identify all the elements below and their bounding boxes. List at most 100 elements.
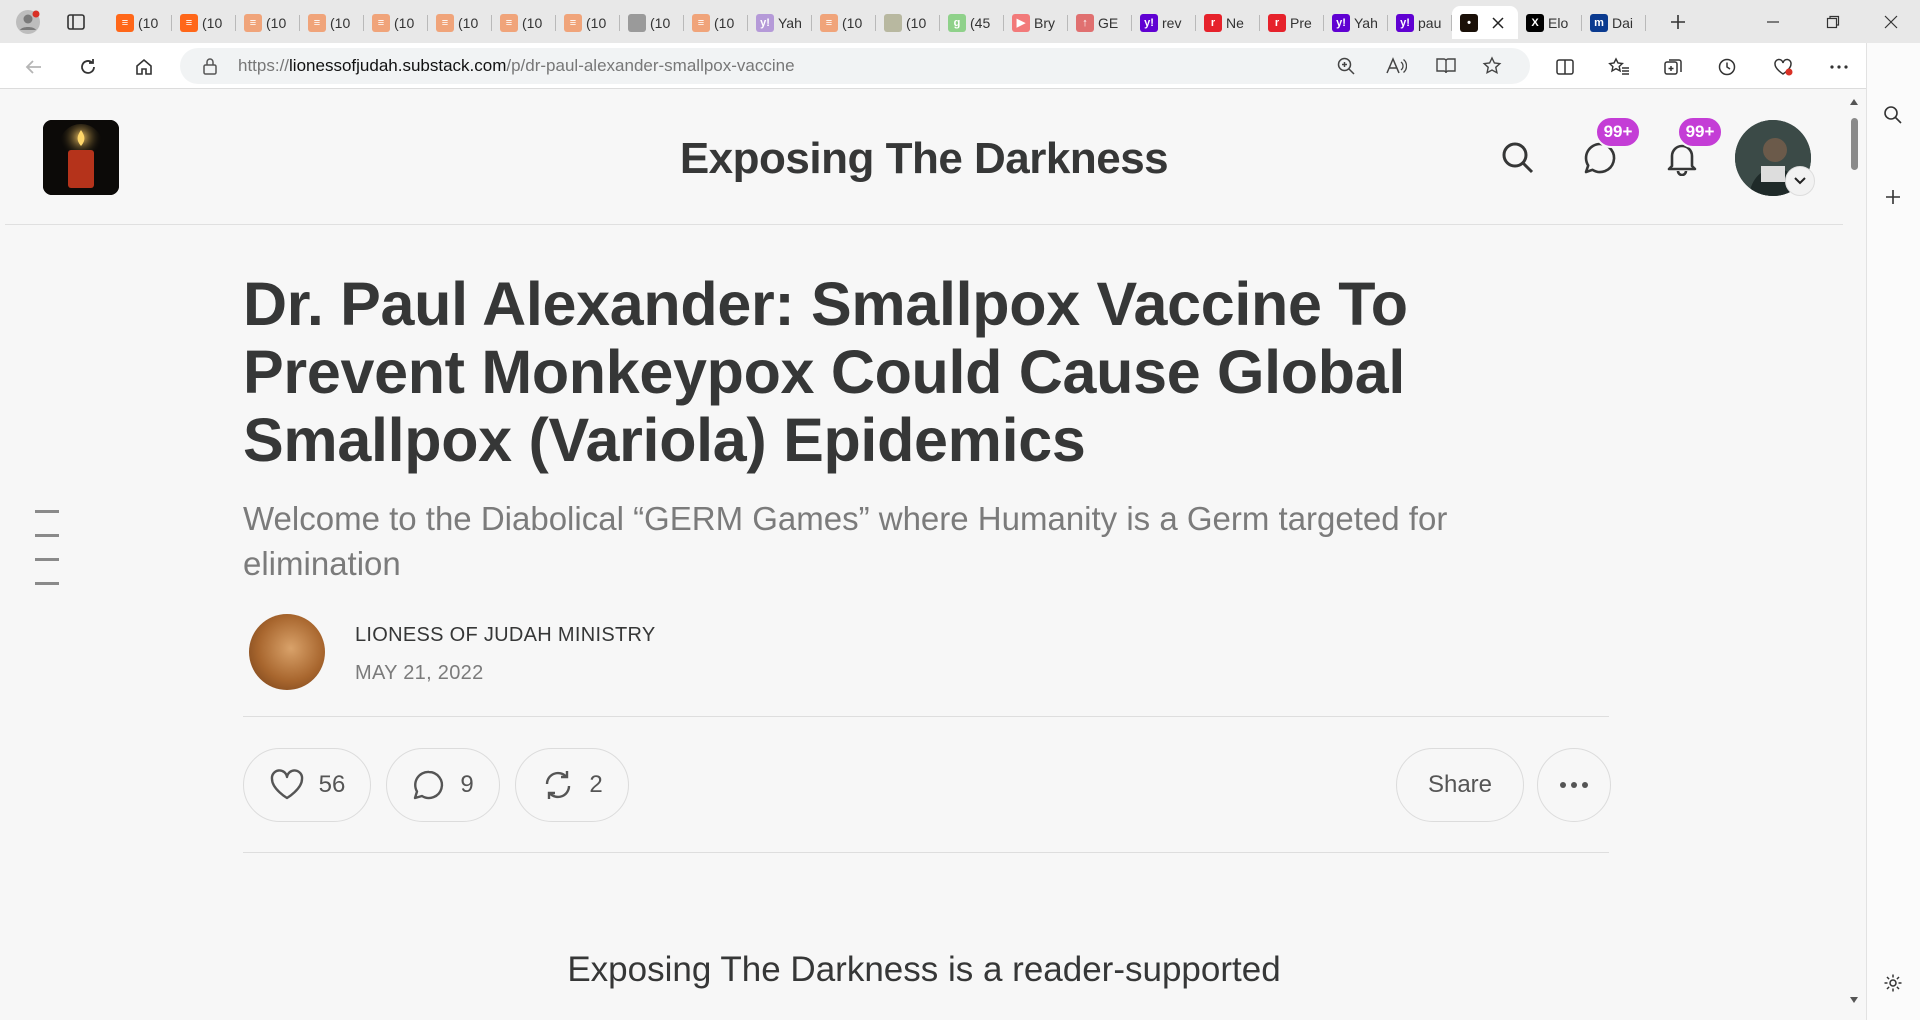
byline: LIONESS OF JUDAH MINISTRY MAY 21, 2022 bbox=[243, 614, 1613, 694]
url-scheme: https:// bbox=[238, 56, 290, 75]
browser-tab[interactable]: y! Yah bbox=[1324, 6, 1388, 39]
browser-tab[interactable]: ≡ (10 bbox=[364, 6, 428, 39]
browser-tab[interactable]: ≡ (10 bbox=[556, 6, 620, 39]
new-tab-icon[interactable] bbox=[1660, 0, 1696, 43]
browser-tab-label: GE bbox=[1098, 14, 1119, 31]
sidebar-search-icon[interactable] bbox=[1883, 105, 1903, 130]
substack-favicon-icon: ≡ bbox=[820, 13, 838, 32]
browser-tab[interactable]: g (45 bbox=[940, 6, 1004, 39]
scrollbar-thumb[interactable] bbox=[1851, 118, 1858, 170]
share-button[interactable]: Share bbox=[1396, 748, 1524, 822]
browser-tab[interactable]: ▶ Bry bbox=[1004, 6, 1068, 39]
substack-favicon-icon: ≡ bbox=[436, 13, 454, 32]
browser-tab[interactable]: (10 bbox=[876, 6, 940, 39]
restack-icon bbox=[546, 771, 571, 799]
publication-title[interactable]: Exposing The Darkness bbox=[5, 134, 1843, 184]
comment-count: 9 bbox=[460, 771, 474, 798]
history-icon[interactable] bbox=[1710, 51, 1744, 83]
more-menu-icon[interactable] bbox=[1822, 51, 1856, 83]
author-name[interactable]: LIONESS OF JUDAH MINISTRY bbox=[355, 624, 656, 647]
lock-icon[interactable] bbox=[194, 48, 226, 84]
collections-icon[interactable] bbox=[1656, 51, 1690, 83]
browser-tab-label: Ne bbox=[1226, 14, 1244, 31]
browser-tab-label: Bry bbox=[1034, 14, 1055, 31]
comment-button[interactable]: 9 bbox=[386, 748, 500, 822]
scroll-up-icon[interactable] bbox=[1849, 98, 1859, 106]
tab-strip: ≡ (10 ≡ (10 ≡ (10 ≡ (10 ≡ (10 ≡ (10 ≡ (10 ≡ (10 (10 ≡ (10 y… bbox=[108, 6, 1646, 39]
back-icon[interactable] bbox=[18, 51, 50, 83]
yahoo-favicon-icon: y! bbox=[1332, 13, 1350, 32]
sidebar-settings-icon[interactable] bbox=[1883, 973, 1903, 998]
refresh-icon[interactable] bbox=[72, 51, 104, 83]
close-window-icon[interactable] bbox=[1868, 0, 1914, 43]
zoom-icon[interactable] bbox=[1330, 48, 1362, 84]
browser-tab-label: rev bbox=[1162, 14, 1182, 31]
profile-icon[interactable] bbox=[12, 0, 44, 43]
sidebar-add-icon[interactable] bbox=[1883, 187, 1903, 212]
browser-tab[interactable]: r Ne bbox=[1196, 6, 1260, 39]
tab-actions-icon[interactable] bbox=[60, 0, 92, 43]
browser-tab[interactable]: ≡ (10 bbox=[236, 6, 300, 39]
substack-favicon-icon: ≡ bbox=[692, 13, 710, 32]
photo-favicon-icon bbox=[884, 13, 902, 32]
split-screen-icon[interactable] bbox=[1548, 51, 1582, 83]
restack-button[interactable]: 2 bbox=[515, 748, 629, 822]
browser-tab[interactable]: y! pau bbox=[1388, 6, 1452, 39]
close-tab-icon[interactable] bbox=[1492, 16, 1504, 29]
search-icon[interactable] bbox=[1493, 133, 1543, 183]
post-actions: 56 9 2 Share bbox=[243, 717, 1613, 852]
post-subtitle: Welcome to the Diabolical “GERM Games” w… bbox=[243, 500, 1448, 582]
address-bar[interactable]: https://lionessofjudah.substack.com/p/dr… bbox=[180, 48, 1530, 84]
browser-essentials-icon[interactable] bbox=[1766, 51, 1800, 83]
browser-tab-label: (10 bbox=[458, 14, 479, 31]
chevron-down-icon[interactable] bbox=[1785, 166, 1815, 196]
browser-tab[interactable]: ≡ (10 bbox=[684, 6, 748, 39]
scroll-down-icon[interactable] bbox=[1849, 996, 1859, 1004]
browser-tab-label: (10 bbox=[202, 14, 223, 31]
yahoo-favicon-icon: y! bbox=[1396, 13, 1414, 32]
m-favicon-icon: m bbox=[1590, 13, 1608, 32]
browser-tab[interactable]: ≡ (10 bbox=[428, 6, 492, 39]
browser-tab-label: (10 bbox=[906, 14, 927, 31]
x-favicon-icon: X bbox=[1526, 13, 1544, 32]
url-host: lionessofjudah.substack.com bbox=[289, 56, 507, 75]
share-label: Share bbox=[1427, 771, 1493, 798]
browser-tab[interactable]: y! Yah bbox=[748, 6, 812, 39]
browser-tab[interactable]: ≡ (10 bbox=[108, 6, 172, 39]
ellipsis-icon bbox=[1560, 782, 1588, 788]
browser-tab[interactable]: ↑ GE bbox=[1068, 6, 1132, 39]
browser-tab-label: (10 bbox=[842, 14, 863, 31]
gettr-favicon-icon: ↑ bbox=[1076, 13, 1094, 32]
browser-tab[interactable]: (10 bbox=[620, 6, 684, 39]
browser-tab[interactable]: X Elo bbox=[1518, 6, 1582, 39]
browser-tab-label: (10 bbox=[714, 14, 735, 31]
minimize-icon[interactable] bbox=[1750, 0, 1796, 43]
favorite-star-icon[interactable] bbox=[1476, 48, 1508, 84]
restore-icon[interactable] bbox=[1810, 0, 1856, 43]
browser-tab[interactable]: ≡ (10 bbox=[300, 6, 364, 39]
browser-tab[interactable]: ≡ (10 bbox=[492, 6, 556, 39]
r-favicon-icon: r bbox=[1204, 13, 1222, 32]
browser-tab-bar: ≡ (10 ≡ (10 ≡ (10 ≡ (10 ≡ (10 ≡ (10 ≡ (10 ≡ (10 (10 ≡ (10 y… bbox=[0, 0, 1920, 43]
yahoo-favicon-icon: y! bbox=[756, 13, 774, 32]
browser-tab[interactable]: m Dai bbox=[1582, 6, 1646, 39]
home-icon[interactable] bbox=[128, 51, 160, 83]
substack-favicon-icon: ≡ bbox=[308, 13, 326, 32]
browser-tab-label: Dai bbox=[1612, 14, 1634, 31]
read-aloud-icon[interactable] bbox=[1380, 48, 1412, 84]
browser-tab[interactable]: ≡ (10 bbox=[172, 6, 236, 39]
browser-tab-label: (10 bbox=[522, 14, 543, 31]
browser-tab[interactable]: • bbox=[1452, 6, 1518, 39]
substack-favicon-icon: ≡ bbox=[244, 13, 262, 32]
like-button[interactable]: 56 bbox=[243, 748, 371, 822]
browser-tab[interactable]: ≡ (10 bbox=[812, 6, 876, 39]
author-avatar[interactable] bbox=[249, 614, 325, 690]
browser-tab[interactable]: y! rev bbox=[1132, 6, 1196, 39]
immersive-reader-icon[interactable] bbox=[1430, 48, 1462, 84]
table-of-contents-icon[interactable] bbox=[35, 510, 65, 606]
divider bbox=[243, 852, 1609, 853]
page-scrollbar[interactable] bbox=[1844, 90, 1864, 1020]
more-options-button[interactable] bbox=[1537, 748, 1611, 822]
browser-tab[interactable]: r Pre bbox=[1260, 6, 1324, 39]
favorites-icon[interactable] bbox=[1602, 51, 1636, 83]
